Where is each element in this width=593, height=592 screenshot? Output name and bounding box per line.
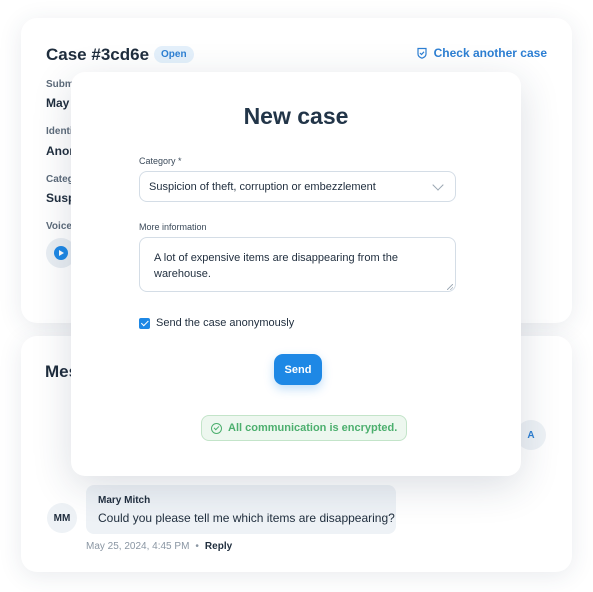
check-another-case-label: Check another case — [433, 46, 547, 60]
message-bubble: Mary Mitch Could you please tell me whic… — [86, 485, 396, 534]
anonymous-checkbox[interactable] — [139, 317, 150, 329]
encryption-notice-text: All communication is encrypted. — [228, 422, 398, 434]
more-information-textarea[interactable]: A lot of expensive items are disappearin… — [139, 237, 456, 292]
category-select-value: Suspicion of theft, corruption or embezz… — [149, 180, 376, 193]
anonymous-option[interactable]: Send the case anonymously — [139, 317, 294, 329]
status-badge: Open — [154, 46, 194, 63]
submitted-value: May — [46, 96, 70, 110]
send-button[interactable]: Send — [274, 354, 322, 385]
category-select[interactable]: Suspicion of theft, corruption or embezz… — [139, 171, 456, 202]
category-label: Categ — [46, 174, 74, 185]
message-timestamp: May 25, 2024, 4:45 PM — [86, 541, 190, 552]
shield-check-icon — [417, 47, 427, 59]
reply-button[interactable]: Reply — [205, 541, 232, 552]
meta-separator: • — [195, 541, 199, 552]
message-text: Could you please tell me which items are… — [98, 511, 395, 525]
encryption-notice: All communication is encrypted. — [201, 415, 408, 441]
case-title: Case #3cd6e — [46, 45, 150, 64]
identity-label: Identi — [46, 126, 73, 137]
anonymous-label: Send the case anonymously — [156, 317, 295, 329]
check-another-case-link[interactable]: Check another case — [416, 46, 547, 60]
resize-handle-icon[interactable] — [447, 284, 453, 290]
more-information-label: More information — [139, 222, 207, 232]
check-circle-icon — [211, 422, 222, 434]
message-meta: May 25, 2024, 4:45 PM • Reply — [86, 541, 232, 552]
chevron-down-icon — [432, 178, 444, 191]
play-icon[interactable] — [54, 246, 68, 260]
avatar: MM — [47, 503, 77, 533]
identity-value: Anor — [46, 144, 74, 158]
category-field-label: Category * — [139, 156, 182, 166]
voice-label: Voice — [46, 221, 72, 232]
modal-title: New case — [243, 103, 349, 129]
new-case-modal: New case Category * Suspicion of theft, … — [71, 72, 521, 476]
message-author: Mary Mitch — [98, 495, 151, 506]
